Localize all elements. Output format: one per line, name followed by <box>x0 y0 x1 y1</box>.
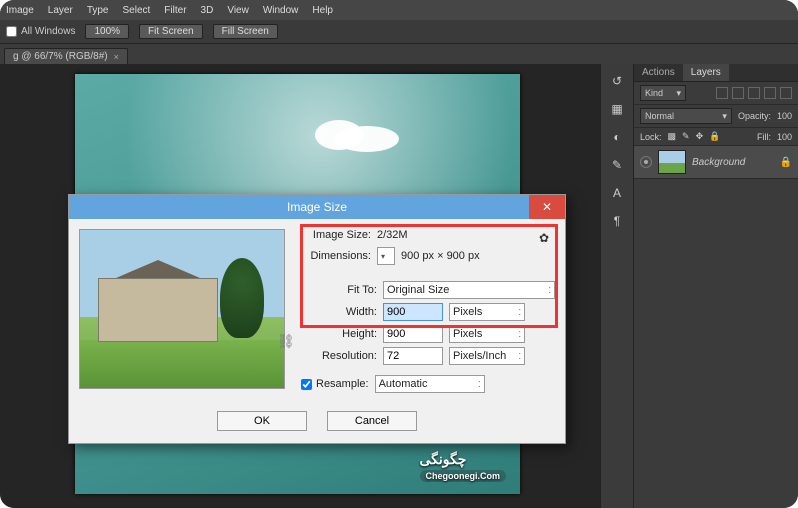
opacity-value[interactable]: 100 <box>777 111 792 121</box>
swatches-icon[interactable]: ▦ <box>608 100 626 118</box>
dialog-titlebar[interactable]: Image Size ✕ <box>69 195 565 219</box>
filter-type-icon[interactable] <box>748 87 760 99</box>
lock-move-icon[interactable]: ✥ <box>696 131 704 142</box>
document-tab-bar: g @ 66/7% (RGB/8#) × <box>0 44 798 64</box>
paragraph-icon[interactable]: ¶ <box>608 212 626 230</box>
image-size-label: Image Size: <box>295 229 371 241</box>
layers-panel: Actions Layers Kind▾ Normal▾ Opacity: 1 <box>634 64 798 508</box>
width-label: Width: <box>301 306 377 318</box>
layers-tab[interactable]: Layers <box>683 64 729 81</box>
menu-image[interactable]: Image <box>6 5 34 16</box>
vertical-tool-dock: ↺ ▦ ◐ ✎ A ¶ <box>600 64 634 508</box>
zoom-100-button[interactable]: 100% <box>85 24 129 39</box>
lock-paint-icon[interactable]: ✎ <box>682 131 690 142</box>
fill-label: Fill: <box>757 132 771 142</box>
fill-screen-button[interactable]: Fill Screen <box>213 24 278 39</box>
cancel-button[interactable]: Cancel <box>327 411 417 431</box>
resolution-input[interactable] <box>383 347 443 365</box>
filter-icons[interactable] <box>716 87 792 99</box>
dialog-title: Image Size <box>287 200 347 214</box>
ok-button[interactable]: OK <box>217 411 307 431</box>
resize-windows-check[interactable]: All Windows <box>6 26 75 37</box>
menu-layer[interactable]: Layer <box>48 5 73 16</box>
layer-thumbnail <box>658 150 686 174</box>
actions-tab[interactable]: Actions <box>634 64 683 81</box>
menu-help[interactable]: Help <box>312 5 333 16</box>
fit-to-select[interactable]: Original Size⁚ <box>383 281 555 299</box>
filter-pixel-icon[interactable] <box>716 87 728 99</box>
menu-bar: Image Layer Type Select Filter 3D View W… <box>0 0 798 20</box>
layer-row-background[interactable]: Background 🔒 <box>634 146 798 179</box>
character-icon[interactable]: A <box>608 184 626 202</box>
canvas-area: چگونگی Chegoonegi.Com Image Size ✕ <box>0 64 600 508</box>
resample-select[interactable]: Automatic⁚ <box>375 375 485 393</box>
width-unit-select[interactable]: Pixels⁚ <box>449 303 525 321</box>
width-input[interactable] <box>383 303 443 321</box>
filter-shape-icon[interactable] <box>764 87 776 99</box>
fit-to-label: Fit To: <box>301 284 377 296</box>
link-icon[interactable]: ⛓ <box>277 333 295 350</box>
menu-3d[interactable]: 3D <box>201 5 214 16</box>
resolution-unit-select[interactable]: Pixels/Inch⁚ <box>449 347 525 365</box>
blend-mode-select[interactable]: Normal▾ <box>640 108 732 124</box>
filter-kind-select[interactable]: Kind▾ <box>640 85 686 101</box>
lock-label: Lock: <box>640 132 662 142</box>
tab-label: g @ 66/7% (RGB/8#) <box>13 51 108 62</box>
dimensions-unit-select[interactable]: ▾ <box>377 247 395 265</box>
brush-icon[interactable]: ✎ <box>608 156 626 174</box>
visibility-icon[interactable] <box>640 156 652 168</box>
gear-icon[interactable]: ✿ <box>539 231 549 245</box>
dimensions-value: 900 px × 900 px <box>401 250 480 262</box>
resolution-label: Resolution: <box>301 350 377 362</box>
dialog-preview <box>79 229 285 389</box>
dialog-close-button[interactable]: ✕ <box>529 195 565 219</box>
resample-check[interactable]: Resample: <box>301 378 369 390</box>
lock-icon: 🔒 <box>780 157 792 168</box>
height-label: Height: <box>301 328 377 340</box>
history-icon[interactable]: ↺ <box>608 72 626 90</box>
menu-type[interactable]: Type <box>87 5 109 16</box>
lock-all-icon[interactable]: 🔒 <box>709 131 720 142</box>
watermark: چگونگی Chegoonegi.Com <box>420 451 507 482</box>
layer-name: Background <box>692 157 745 168</box>
image-size-value: 2/32M <box>377 229 408 241</box>
adjustments-icon[interactable]: ◐ <box>608 128 626 146</box>
document-tab[interactable]: g @ 66/7% (RGB/8#) × <box>4 48 128 64</box>
image-size-dialog: Image Size ✕ ✿ Image Size: <box>68 194 566 444</box>
height-input[interactable] <box>383 325 443 343</box>
opacity-label: Opacity: <box>738 111 771 121</box>
lock-transparent-icon[interactable]: ▩ <box>668 131 677 142</box>
dimensions-label: Dimensions: <box>295 250 371 262</box>
fit-screen-button[interactable]: Fit Screen <box>139 24 203 39</box>
tab-close-icon[interactable]: × <box>114 52 119 62</box>
options-bar: All Windows 100% Fit Screen Fill Screen <box>0 20 798 44</box>
cloud-graphic <box>305 112 405 152</box>
menu-view[interactable]: View <box>227 5 249 16</box>
menu-window[interactable]: Window <box>263 5 299 16</box>
menu-select[interactable]: Select <box>123 5 151 16</box>
filter-smart-icon[interactable] <box>780 87 792 99</box>
filter-adjust-icon[interactable] <box>732 87 744 99</box>
fill-value[interactable]: 100 <box>777 132 792 142</box>
menu-filter[interactable]: Filter <box>164 5 186 16</box>
height-unit-select[interactable]: Pixels⁚ <box>449 325 525 343</box>
